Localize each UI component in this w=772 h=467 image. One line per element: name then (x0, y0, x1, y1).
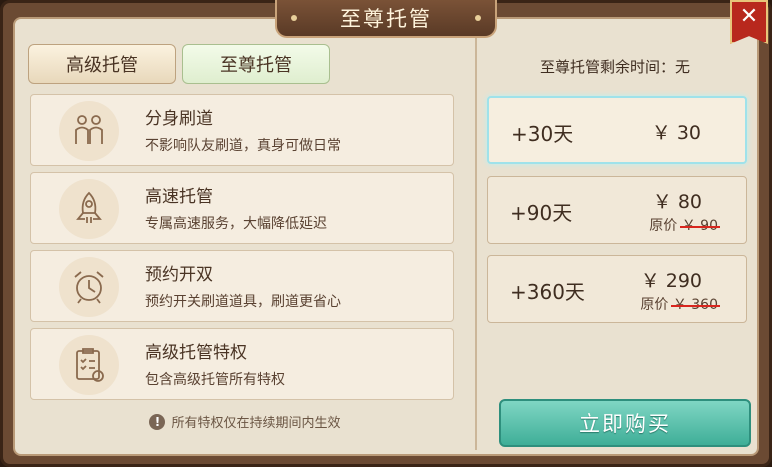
original-price-value: ￥ 360 (672, 297, 718, 313)
plan-days: +360天 (510, 280, 585, 304)
tab-advanced[interactable]: 高级托管 (28, 44, 176, 84)
features-panel: 高级托管 至尊托管 分身刷道 不影响队友刷道，真身可做日常 高速托管 专属高速服… (22, 30, 468, 440)
remaining-time: 至尊托管剩余时间：无 (539, 58, 690, 76)
plan-original-price: 原价 ￥ 90 (649, 215, 718, 235)
validity-note: ! 所有特权仅在持续期间内生效 (22, 412, 468, 431)
note-text: 所有特权仅在持续期间内生效 (171, 416, 341, 431)
feature-title: 分身刷道 (145, 109, 213, 129)
alarm-clock-icon (59, 257, 119, 317)
plan-360-days[interactable]: +360天 ￥ 290 原价 ￥ 360 (487, 255, 747, 323)
plan-30-days[interactable]: +30天 ￥ 30 (487, 96, 747, 164)
feature-desc: 专属高速服务，大幅降低延迟 (145, 216, 327, 232)
original-label: 原价 (649, 218, 678, 234)
info-icon: ! (149, 413, 166, 430)
two-people-icon (59, 101, 119, 161)
plan-90-days[interactable]: +90天 ￥ 80 原价 ￥ 90 (487, 176, 747, 244)
rocket-icon (59, 179, 119, 239)
panel-divider (475, 38, 477, 450)
plan-days: +90天 (510, 201, 573, 225)
plan-price: ￥ 30 (651, 122, 701, 144)
feature-item: 高级托管特权 包含高级托管所有特权 (30, 328, 454, 400)
plan-price: ￥ 80 (652, 191, 702, 213)
feature-desc: 不影响队友刷道，真身可做日常 (145, 138, 341, 154)
feature-desc: 包含高级托管所有特权 (145, 372, 285, 388)
title-ornament (475, 15, 481, 21)
plan-price: ￥ 290 (640, 270, 702, 292)
checklist-icon (59, 335, 119, 395)
title-ornament (291, 15, 297, 21)
feature-title: 高级托管特权 (145, 343, 247, 363)
original-price-value: ￥ 90 (681, 218, 718, 234)
original-label: 原价 (640, 297, 669, 313)
tab-supreme[interactable]: 至尊托管 (182, 44, 330, 84)
close-icon: ✕ (739, 4, 759, 29)
buy-now-button[interactable]: 立即购买 (499, 399, 751, 447)
feature-title: 预约开双 (145, 265, 213, 285)
feature-item: 高速托管 专属高速服务，大幅降低延迟 (30, 172, 454, 244)
dialog-title: 至尊托管 (340, 7, 432, 31)
feature-item: 分身刷道 不影响队友刷道，真身可做日常 (30, 94, 454, 166)
plan-days: +30天 (511, 122, 574, 146)
feature-item: 预约开双 预约开关刷道道具，刷道更省心 (30, 250, 454, 322)
feature-title: 高速托管 (145, 187, 213, 207)
feature-desc: 预约开关刷道道具，刷道更省心 (145, 294, 341, 310)
plan-original-price: 原价 ￥ 360 (640, 294, 718, 314)
